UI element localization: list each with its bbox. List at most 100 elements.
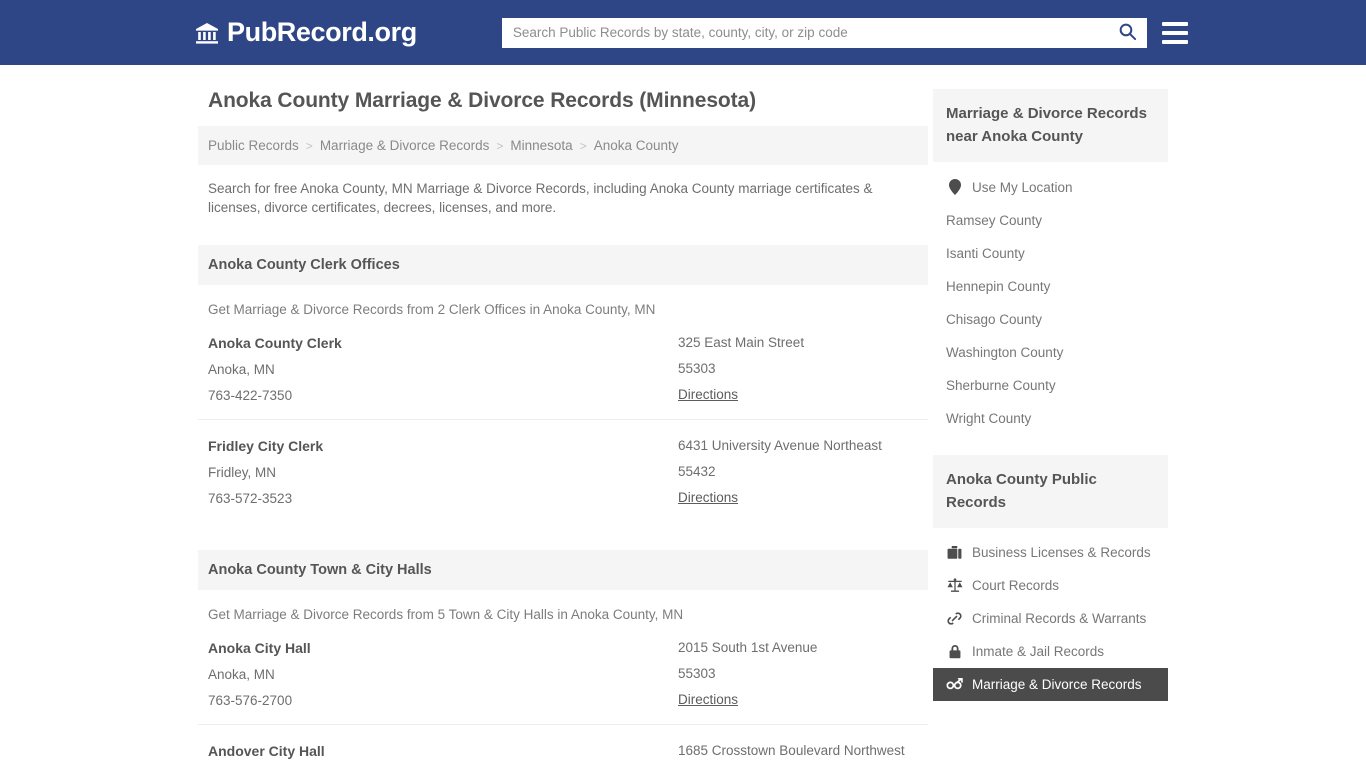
listing-zip: 55432 [678,464,716,479]
section-heading: Anoka County Clerk Offices [198,245,928,285]
sidebar-public-records-list: Business Licenses & Records Court Records… [933,528,1168,713]
sidebar-nearby-item-label: Sherburne County [946,378,1056,393]
sidebar-record-item-5[interactable]: Marriage & Divorce Records [933,668,1168,701]
listing-phone[interactable]: 763-572-3523 [208,491,678,506]
listing-left-col: Andover City HallAndover, MN [208,743,678,768]
breadcrumb-item-1[interactable]: Public Records [208,138,299,153]
sidebar-nearby-item-1[interactable]: Use My Location [933,170,1168,204]
listing-directions-wrap: Directions [678,387,918,402]
briefcase-icon [946,545,963,560]
hamburger-bar [1161,21,1188,26]
sidebar-nearby-item-label: Washington County [946,345,1064,360]
page-body: Anoka County Marriage & Divorce Records … [0,65,1366,768]
search-box [501,17,1147,48]
site-header: PubRecord.org [0,0,1366,65]
listing-phone[interactable]: 763-422-7350 [208,388,678,403]
listing-address: 325 East Main Street [678,335,805,350]
header-search-area [501,17,1188,48]
breadcrumb-separator: > [305,138,313,153]
listing-address: 2015 South 1st Avenue [678,640,818,655]
map-pin-icon [946,179,963,195]
listing-directions-wrap: Directions [678,490,918,505]
listing-right-col: 2015 South 1st Avenue 55303 Directions [678,640,918,707]
sidebar-nearby-item-label: Use My Location [972,179,1073,195]
sidebar-record-item-label: Court Records [972,578,1060,593]
search-button[interactable] [1109,18,1147,48]
directions-link[interactable]: Directions [678,387,738,402]
listing-row: Anoka County Clerk Anoka, MN 763-422-7350 3… [198,317,928,420]
sidebar-record-item-2[interactable]: Court Records [933,569,1168,602]
sidebar-nearby-item-8[interactable]: Wright County [933,402,1168,435]
listing-row: Fridley City Clerk Fridley, MN 763-572-352… [198,420,928,522]
scales-icon [946,578,963,593]
section-heading: Anoka County Town & City Halls [198,550,928,590]
breadcrumb-separator: > [579,138,587,153]
sidebar-nearby-item-4[interactable]: Hennepin County [933,270,1168,303]
sidebar-nearby-item-2[interactable]: Ramsey County [933,204,1168,237]
records-section: Anoka County Town & City Halls Get Marria… [198,550,928,768]
breadcrumb-item-2[interactable]: Marriage & Divorce Records [320,138,490,153]
sidebar-record-item-4[interactable]: Inmate & Jail Records [933,635,1168,668]
search-input[interactable] [501,17,1109,48]
listing-right-col: 1685 Crosstown Boulevard Northwest55304 [678,743,918,768]
listing-zip: 55303 [678,666,716,681]
hamburger-bar [1161,39,1188,44]
listing-left-col: Anoka County Clerk Anoka, MN 763-422-7350 [208,335,678,403]
sidebar-nearby-item-label: Hennepin County [946,279,1051,294]
bank-icon [195,21,219,45]
venus-mars-icon [946,677,963,692]
records-section: Anoka County Clerk Offices Get Marriage &… [198,245,928,522]
listing-left-col: Anoka City Hall Anoka, MN 763-576-2700 [208,640,678,708]
listing-office-name[interactable]: Andover City Hall [208,743,678,759]
sidebar-record-item-label: Marriage & Divorce Records [972,677,1142,692]
directions-link[interactable]: Directions [678,490,738,505]
listing-phone[interactable]: 763-576-2700 [208,693,678,708]
listing-city-state: Anoka, MN [208,667,275,682]
listing-directions-wrap: Directions [678,692,918,707]
listing-city-state: Fridley, MN [208,465,277,480]
breadcrumb-item-4[interactable]: Anoka County [594,138,679,153]
search-icon [1118,22,1137,44]
breadcrumb: Public Records > Marriage & Divorce Record… [198,126,928,165]
sidebar-record-item-label: Inmate & Jail Records [972,644,1105,659]
handcuffs-icon [946,611,963,626]
sidebar-record-item-label: Business Licenses & Records [972,545,1151,560]
sidebar-nearby-item-label: Isanti County [946,246,1025,261]
breadcrumb-separator: > [496,138,504,153]
listing-office-name[interactable]: Anoka County Clerk [208,335,678,351]
breadcrumb-item-3[interactable]: Minnesota [510,138,572,153]
listing-office-name[interactable]: Anoka City Hall [208,640,678,656]
page-intro-text: Search for free Anoka County, MN Marriag… [208,181,873,215]
sidebar-nearby-list: Use My Location Ramsey County Isanti Count… [933,162,1168,447]
listing-address: 6431 University Avenue Northeast [678,438,882,453]
sidebar-nearby-item-3[interactable]: Isanti County [933,237,1168,270]
listing-right-col: 325 East Main Street 55303 Directions [678,335,918,402]
sidebar-nearby-item-label: Ramsey County [946,213,1043,228]
listing-row: Anoka City Hall Anoka, MN 763-576-2700 2015… [198,622,928,725]
listing-office-name[interactable]: Fridley City Clerk [208,438,678,454]
listing-row: Andover City HallAndover, MN1685 Crossto… [198,725,928,768]
listing-address: 1685 Crosstown Boulevard Northwest [678,743,905,758]
listing-right-col: 6431 University Avenue Northeast 55432 Dir… [678,438,918,505]
sidebar-nearby-item-7[interactable]: Sherburne County [933,369,1168,402]
sidebar-public-records-title: Anoka County Public Records [933,455,1168,528]
hamburger-bar [1161,30,1188,35]
hamburger-menu-icon[interactable] [1161,21,1188,44]
sidebar-nearby-item-label: Wright County [946,411,1032,426]
section-subheading: Get Marriage & Divorce Records from 5 To… [208,607,684,622]
sidebar-nearby-item-5[interactable]: Chisago County [933,303,1168,336]
sidebar-record-item-1[interactable]: Business Licenses & Records [933,536,1168,569]
sidebar-nearby-title: Marriage & Divorce Records near Anoka Co… [933,89,1168,162]
sections-host: Anoka County Clerk Offices Get Marriage &… [198,245,928,768]
sidebar-nearby-item-label: Chisago County [946,312,1043,327]
sidebar-nearby-item-6[interactable]: Washington County [933,336,1168,369]
sidebar-record-item-3[interactable]: Criminal Records & Warrants [933,602,1168,635]
site-logo-text: PubRecord.org [227,17,417,47]
site-logo[interactable]: PubRecord.org [195,17,417,48]
directions-link[interactable]: Directions [678,692,738,707]
section-subheading: Get Marriage & Divorce Records from 2 Cl… [208,302,656,317]
sidebar-record-item-label: Criminal Records & Warrants [972,611,1147,626]
content-container: Anoka County Marriage & Divorce Records … [198,89,1168,768]
sidebar: Marriage & Divorce Records near Anoka Co… [933,89,1168,713]
listing-zip: 55303 [678,361,716,376]
